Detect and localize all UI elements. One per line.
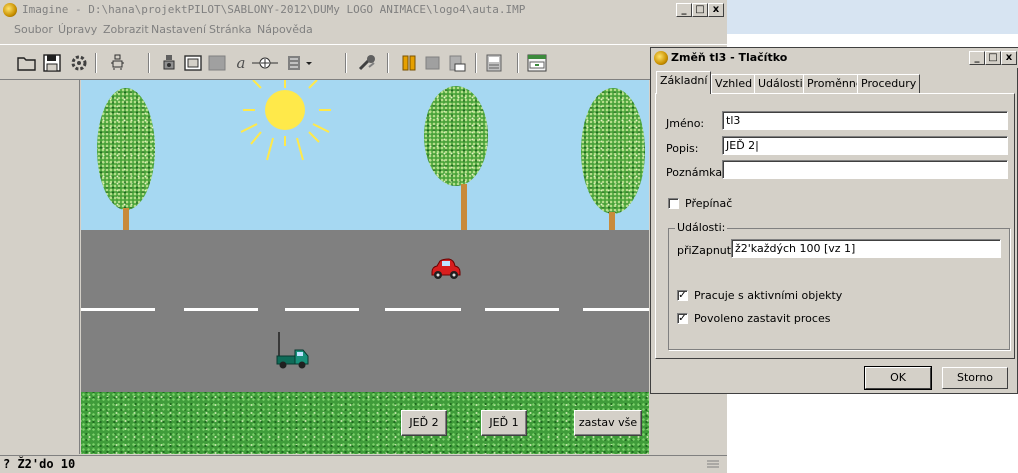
description-label: Popis: [666, 142, 699, 155]
lane-marking [285, 308, 359, 311]
toolbar-separator [95, 53, 97, 73]
sky [81, 80, 649, 230]
tree-middle-crown [424, 86, 488, 186]
toggle-label: Přepínač [685, 197, 733, 210]
toolbar-separator [387, 53, 389, 73]
grass [81, 392, 649, 454]
tab-panel: Jméno: tl3 Popis: JEĎ 2| Poznámka: Přepí… [655, 93, 1015, 359]
jed-1-button[interactable]: JEĎ 1 [481, 410, 527, 436]
lane-marking [81, 308, 155, 311]
dialog-minimize-button[interactable]: _ [969, 51, 985, 65]
menu-upravy[interactable]: Úpravy [58, 23, 97, 36]
allow-stop-checkbox[interactable]: ✓ [677, 313, 688, 324]
open-folder-icon[interactable] [16, 52, 38, 74]
background-window-strip [727, 0, 1018, 34]
menu-napoveda[interactable]: Nápověda [257, 23, 313, 36]
button-properties-dialog: Změň tl3 - Tlačítko _ □ x Základní Vzhle… [650, 47, 1018, 394]
slider-icon[interactable] [250, 52, 280, 74]
settings-icon[interactable] [68, 52, 90, 74]
menu-nastaveni[interactable]: Nastavení [151, 23, 206, 36]
tree-right-crown [581, 88, 645, 214]
lane-marking [583, 308, 649, 311]
menu-stranka[interactable]: Stránka [209, 23, 251, 36]
text-icon[interactable]: a [230, 52, 252, 74]
tab-udalosti[interactable]: Události [754, 74, 807, 93]
toolbar-separator [475, 53, 477, 73]
toggle-checkbox[interactable] [668, 198, 679, 209]
imagine-app-icon [3, 3, 17, 17]
status-bar: ? Ž2'do 10 [0, 455, 727, 473]
road [81, 230, 649, 392]
cancel-button[interactable]: Storno [942, 367, 1008, 389]
allow-stop-label: Povoleno zastavit proces [694, 312, 831, 325]
tree-left-trunk [123, 208, 129, 230]
toolbar-separator [148, 53, 150, 73]
main-close-button[interactable]: x [708, 3, 724, 17]
imagine-main-window: Imagine - D:\hana\projektPILOT\SABLONY-2… [0, 0, 727, 473]
events-group: Události: přiZapnutí: ž2'každých 100 [vz… [668, 221, 1010, 350]
lane-marking [385, 308, 461, 311]
page-icon[interactable] [483, 52, 505, 74]
name-label: Jméno: [666, 117, 705, 130]
note-field[interactable] [722, 160, 1008, 179]
note-label: Poznámka: [666, 166, 726, 179]
lane-marking [485, 308, 559, 311]
dropdown-icon[interactable] [285, 52, 315, 74]
dialog-title: Změň tl3 - Tlačítko [671, 51, 788, 64]
turtle-icon[interactable] [158, 52, 180, 74]
stop-icon[interactable] [422, 52, 444, 74]
button-icon[interactable] [182, 52, 204, 74]
page-setup-icon[interactable] [526, 52, 548, 74]
pause-icon[interactable] [398, 52, 420, 74]
tab-vzhled[interactable]: Vzhled [711, 74, 757, 93]
on-switch-field[interactable]: ž2'každých 100 [vz 1] [731, 239, 1001, 258]
on-switch-label: přiZapnutí: [677, 244, 738, 257]
main-window-title: Imagine - D:\hana\projektPILOT\SABLONY-2… [22, 3, 526, 16]
main-maximize-button[interactable]: □ [692, 3, 708, 17]
left-panel [5, 80, 80, 454]
sun-icon [240, 80, 331, 161]
events-group-title: Události: [675, 221, 728, 234]
jed-2-button[interactable]: JEĎ 2 [401, 410, 447, 436]
dialog-close-button[interactable]: x [1001, 51, 1017, 65]
tree-right-trunk [609, 212, 615, 230]
active-objects-checkbox[interactable]: ✓ [677, 290, 688, 301]
menu-bar: Soubor Úpravy Zobrazit Nastavení Stránka… [0, 20, 727, 42]
main-title-bar[interactable]: Imagine - D:\hana\projektPILOT\SABLONY-2… [0, 0, 727, 20]
rectangle-icon[interactable] [206, 52, 228, 74]
stop-all-button[interactable]: zastav vše [574, 410, 642, 436]
truck-icon[interactable] [275, 332, 311, 372]
active-objects-label: Pracuje s aktivními objekty [694, 289, 843, 302]
status-text: ? Ž2'do 10 [3, 457, 76, 471]
save-disk-icon[interactable] [41, 52, 63, 74]
tree-middle-trunk [461, 184, 467, 230]
description-field[interactable]: JEĎ 2| [722, 136, 1008, 155]
dialog-maximize-button[interactable]: □ [985, 51, 1001, 65]
red-car-icon[interactable] [429, 258, 461, 280]
dialog-title-bar[interactable]: Změň tl3 - Tlačítko _ □ x [651, 48, 1018, 68]
turtle-new-icon[interactable] [107, 52, 129, 74]
run-icon[interactable] [446, 52, 468, 74]
menu-soubor[interactable]: Soubor [14, 23, 53, 36]
tools-icon[interactable] [356, 52, 378, 74]
tab-procedury[interactable]: Procedury [857, 74, 921, 93]
dialog-app-icon [654, 51, 668, 65]
toolbar-separator [345, 53, 347, 73]
toolbar: a [0, 44, 727, 80]
tab-zakladni[interactable]: Základní [656, 71, 712, 94]
name-field[interactable]: tl3 [722, 111, 1008, 130]
animation-scene[interactable]: JEĎ 2 JEĎ 1 zastav vše [81, 80, 649, 454]
resize-grip-icon[interactable] [706, 459, 720, 470]
ok-button[interactable]: OK [864, 366, 932, 390]
menu-zobrazit[interactable]: Zobrazit [103, 23, 149, 36]
lane-marking [184, 308, 258, 311]
toolbar-separator [517, 53, 519, 73]
tree-left-crown [97, 88, 155, 210]
main-minimize-button[interactable]: _ [676, 3, 692, 17]
